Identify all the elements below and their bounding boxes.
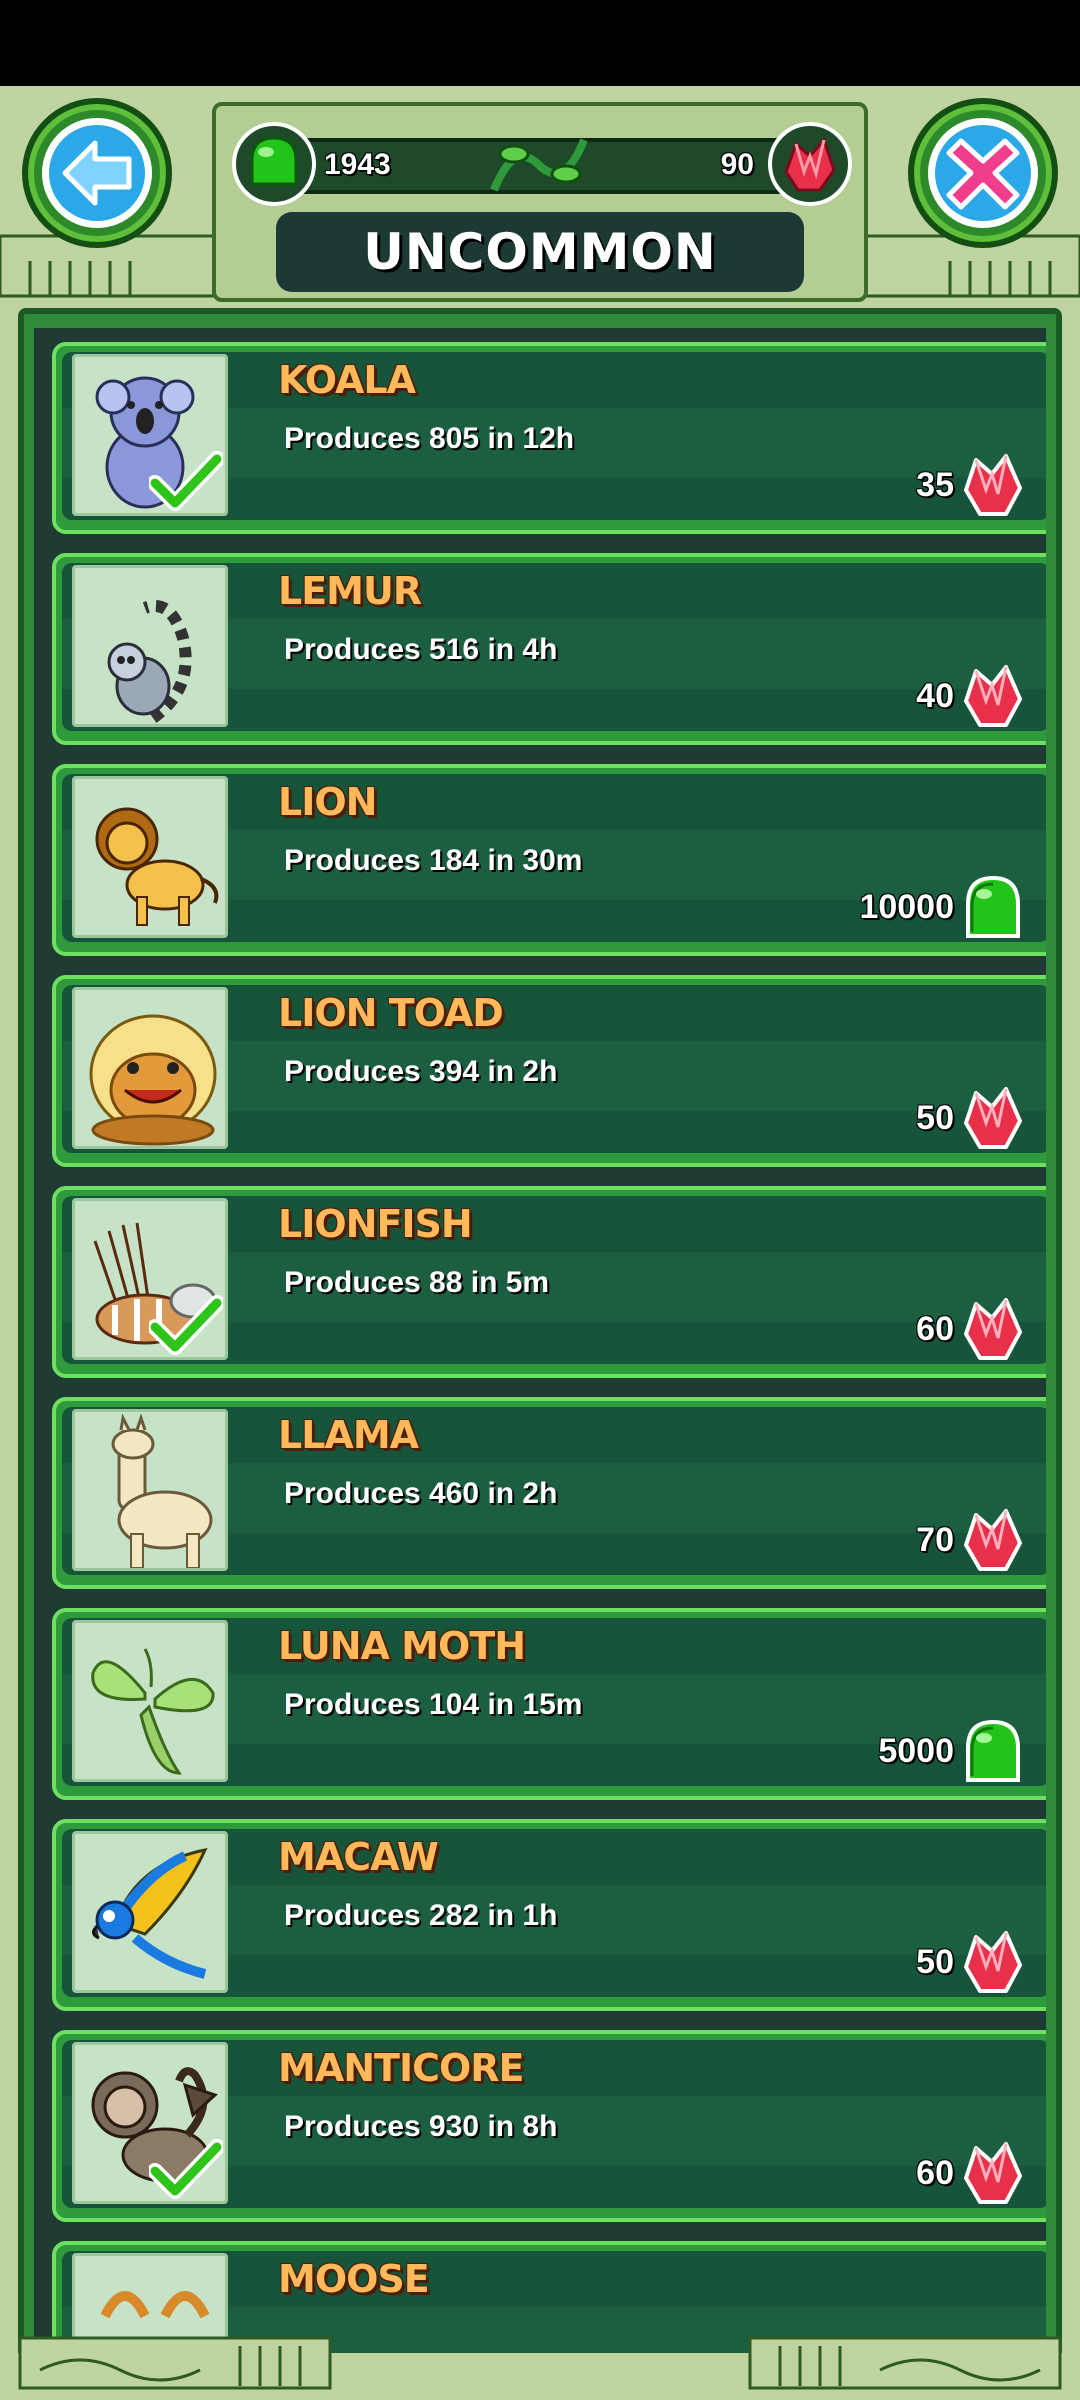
- price-button[interactable]: 10000: [859, 872, 1026, 942]
- gem-icon: [960, 1505, 1026, 1575]
- price-value: 40: [916, 676, 954, 715]
- production-text: Produces 460 in 2h: [284, 1477, 558, 1510]
- category-title: UNCOMMON: [276, 212, 804, 292]
- animal-name: KOALA: [278, 358, 416, 402]
- animal-thumbnail: [72, 354, 228, 516]
- macaw-icon: [92, 1847, 208, 1979]
- price-value: 60: [916, 1309, 954, 1348]
- gum-icon: [232, 122, 316, 206]
- luna-moth-icon: [91, 1648, 215, 1775]
- list-item[interactable]: LIONFISH Produces 88 in 5m 60: [52, 1186, 1046, 1378]
- gem-icon: [960, 1294, 1026, 1364]
- owned-check-icon: [149, 1295, 223, 1355]
- back-button[interactable]: [22, 98, 172, 248]
- gum-icon: [960, 1716, 1026, 1786]
- production-text: Produces 516 in 4h: [284, 633, 558, 666]
- vine-ornament-icon: [490, 138, 588, 192]
- gem-icon: [960, 450, 1026, 520]
- animal-thumbnail: [72, 2042, 228, 2204]
- price-value: 50: [916, 1942, 954, 1981]
- list-item[interactable]: LION TOAD Produces 394 in 2h 50: [52, 975, 1046, 1167]
- lemur-icon: [107, 600, 192, 723]
- price-button[interactable]: 5000: [878, 1716, 1026, 1786]
- owned-check-icon: [149, 2139, 223, 2199]
- production-text: Produces 930 in 8h: [284, 2110, 558, 2143]
- lion-icon: [95, 807, 219, 926]
- production-text: Produces 104 in 15m: [284, 1688, 583, 1721]
- gem-icon: [960, 1927, 1026, 1997]
- animal-thumbnail: [72, 1409, 228, 1571]
- price-value: 10000: [859, 887, 954, 926]
- animal-name: LION TOAD: [278, 991, 504, 1035]
- animal-name: LION: [278, 780, 377, 824]
- production-text: Produces 184 in 30m: [284, 844, 583, 877]
- lion-toad-icon: [89, 1014, 217, 1146]
- gum-icon: [960, 872, 1026, 942]
- list-item[interactable]: LION Produces 184 in 30m 10000: [52, 764, 1046, 956]
- animal-thumbnail: [72, 1198, 228, 1360]
- animal-list[interactable]: KOALA Produces 805 in 12h 35 LEMUR Produces …: [34, 328, 1046, 2382]
- list-item[interactable]: LUNA MOTH Produces 104 in 15m 5000: [52, 1608, 1046, 1800]
- price-value: 35: [916, 465, 954, 504]
- price-button[interactable]: 35: [916, 450, 1026, 520]
- gem-icon: [960, 1083, 1026, 1153]
- gem-icon: [960, 2138, 1026, 2208]
- list-item[interactable]: LEMUR Produces 516 in 4h 40: [52, 553, 1046, 745]
- animal-thumbnail: [72, 565, 228, 727]
- animal-thumbnail: [72, 1620, 228, 1782]
- price-button[interactable]: 50: [916, 1083, 1026, 1153]
- animal-name: LLAMA: [278, 1413, 419, 1457]
- price-button[interactable]: 70: [916, 1505, 1026, 1575]
- price-button[interactable]: 60: [916, 1294, 1026, 1364]
- production-text: Produces 282 in 1h: [284, 1899, 558, 1932]
- price-value: 50: [916, 1098, 954, 1137]
- animal-name: MACAW: [278, 1835, 439, 1879]
- owned-check-icon: [149, 451, 223, 511]
- llama-icon: [111, 1413, 213, 1568]
- animal-list-panel: KOALA Produces 805 in 12h 35 LEMUR Produces …: [18, 308, 1062, 2388]
- bottom-frame-decoration: [0, 2336, 1080, 2400]
- price-value: 70: [916, 1520, 954, 1559]
- close-icon: [935, 125, 1031, 221]
- animal-name: LEMUR: [278, 569, 422, 613]
- gem-icon: [960, 661, 1026, 731]
- list-item[interactable]: MANTICORE Produces 930 in 8h 60: [52, 2030, 1046, 2222]
- gem-icon: [768, 122, 852, 206]
- gem-count: 90: [720, 148, 754, 181]
- status-bar: [0, 0, 1080, 86]
- animal-name: LUNA MOTH: [278, 1624, 526, 1668]
- production-text: Produces 394 in 2h: [284, 1055, 558, 1088]
- animal-name: MANTICORE: [278, 2046, 524, 2090]
- price-button[interactable]: 60: [916, 2138, 1026, 2208]
- shop-frame: 1943 90 UNCOMMON KOALA Produces 805 in 12…: [0, 86, 1080, 2400]
- production-text: Produces 88 in 5m: [284, 1266, 550, 1299]
- back-arrow-icon: [49, 125, 145, 221]
- list-item[interactable]: MACAW Produces 282 in 1h 50: [52, 1819, 1046, 2011]
- production-text: Produces 805 in 12h: [284, 422, 575, 455]
- animal-name: LIONFISH: [278, 1202, 473, 1246]
- close-button[interactable]: [908, 98, 1058, 248]
- list-item[interactable]: LLAMA Produces 460 in 2h 70: [52, 1397, 1046, 1589]
- animal-thumbnail: [72, 776, 228, 938]
- price-button[interactable]: 40: [916, 661, 1026, 731]
- animal-thumbnail: [72, 1831, 228, 1993]
- price-button[interactable]: 50: [916, 1927, 1026, 1997]
- list-item[interactable]: KOALA Produces 805 in 12h 35: [52, 342, 1046, 534]
- price-value: 5000: [878, 1731, 954, 1770]
- price-value: 60: [916, 2153, 954, 2192]
- gum-count: 1943: [324, 148, 391, 181]
- animal-thumbnail: [72, 987, 228, 1149]
